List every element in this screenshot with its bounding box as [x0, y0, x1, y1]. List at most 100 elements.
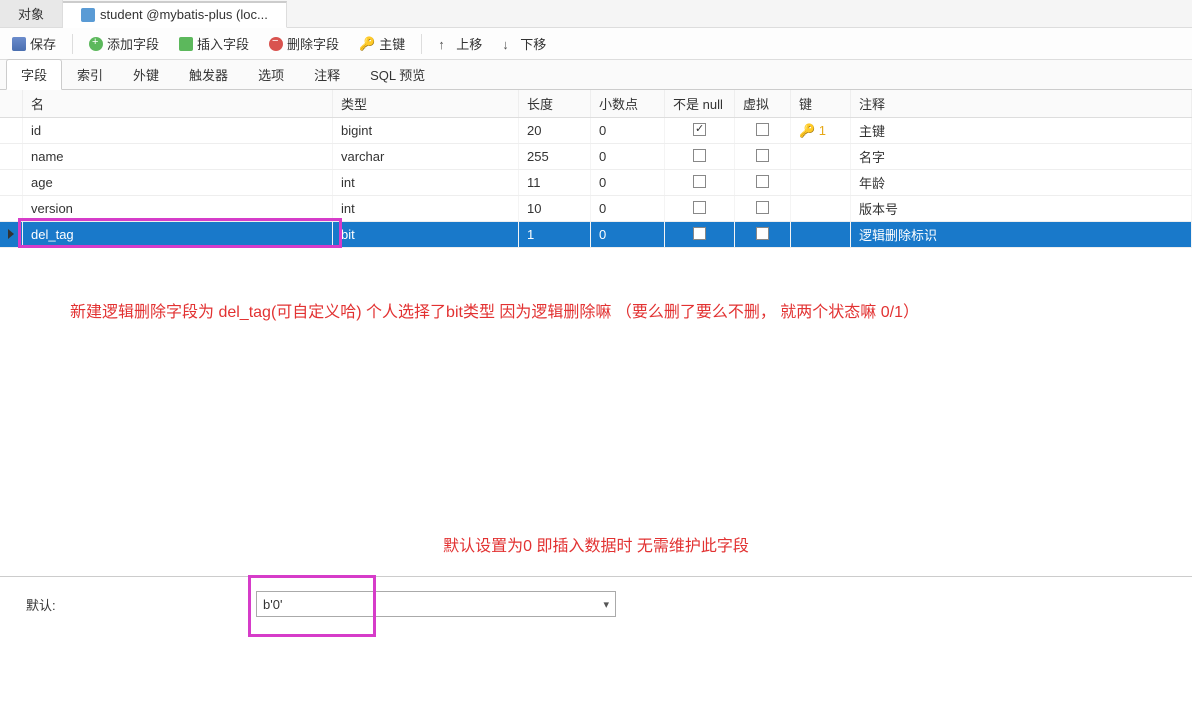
- table-row[interactable]: namevarchar2550 名字: [0, 144, 1192, 170]
- virtual-checkbox[interactable]: [756, 175, 769, 188]
- cell-not-null: [665, 118, 735, 144]
- cell-key[interactable]: [791, 170, 851, 196]
- tab-label: student @mybatis-plus (loc...: [100, 7, 268, 22]
- cell-name[interactable]: id: [23, 118, 333, 144]
- save-label: 保存: [30, 34, 56, 53]
- arrow-up-icon: [438, 37, 452, 51]
- cell-not-null: [665, 170, 735, 196]
- insert-field-button[interactable]: 插入字段: [173, 31, 255, 56]
- annotation-text-1: 新建逻辑删除字段为 del_tag(可自定义哈) 个人选择了bit类型 因为逻辑…: [70, 298, 1132, 322]
- tab-comment[interactable]: 注释: [299, 59, 355, 89]
- cell-virtual: [735, 144, 791, 170]
- cell-name[interactable]: age: [23, 170, 333, 196]
- default-value-text: b'0': [263, 597, 282, 612]
- cell-length[interactable]: 1: [519, 222, 591, 248]
- cell-length[interactable]: 11: [519, 170, 591, 196]
- not-null-checkbox[interactable]: [693, 149, 706, 162]
- insert-field-label: 插入字段: [197, 34, 249, 53]
- cell-decimal[interactable]: 0: [591, 196, 665, 222]
- cell-type[interactable]: bit: [333, 222, 519, 248]
- delete-field-button[interactable]: 删除字段: [263, 31, 345, 56]
- key-icon: 🔑: [359, 36, 375, 52]
- cell-length[interactable]: 10: [519, 196, 591, 222]
- cell-virtual: [735, 196, 791, 222]
- cell-key[interactable]: 🔑 1: [791, 118, 851, 144]
- tab-objects[interactable]: 对象: [0, 0, 63, 27]
- add-icon: [89, 37, 103, 51]
- move-up-label: 上移: [456, 34, 482, 53]
- col-header-key[interactable]: 键: [791, 90, 851, 118]
- cell-not-null: [665, 222, 735, 248]
- table-row[interactable]: ageint110 年龄: [0, 170, 1192, 196]
- delete-field-label: 删除字段: [287, 34, 339, 53]
- default-value-panel: 默认: b'0' ▾: [0, 576, 1192, 641]
- tab-sql-preview[interactable]: SQL 预览: [355, 59, 440, 89]
- cell-length[interactable]: 20: [519, 118, 591, 144]
- primary-key-button[interactable]: 🔑 主键: [353, 31, 411, 56]
- cell-not-null: [665, 144, 735, 170]
- cell-name[interactable]: del_tag: [23, 222, 333, 248]
- tab-student-table[interactable]: student @mybatis-plus (loc...: [63, 1, 287, 28]
- primary-key-label: 主键: [379, 34, 405, 53]
- cell-decimal[interactable]: 0: [591, 144, 665, 170]
- cell-type[interactable]: varchar: [333, 144, 519, 170]
- delete-icon: [269, 37, 283, 51]
- cell-name[interactable]: name: [23, 144, 333, 170]
- table-row[interactable]: versionint100 版本号: [0, 196, 1192, 222]
- cell-decimal[interactable]: 0: [591, 118, 665, 144]
- cell-key[interactable]: [791, 222, 851, 248]
- default-label: 默认:: [26, 595, 236, 614]
- col-header-name[interactable]: 名: [23, 90, 333, 118]
- not-null-checkbox[interactable]: [693, 175, 706, 188]
- insert-icon: [179, 37, 193, 51]
- separator: [421, 34, 422, 54]
- not-null-checkbox[interactable]: [693, 227, 706, 240]
- annotation-text-2: 默认设置为0 即插入数据时 无需维护此字段: [0, 532, 1192, 556]
- cell-name[interactable]: version: [23, 196, 333, 222]
- save-button[interactable]: 保存: [6, 31, 62, 56]
- save-icon: [12, 37, 26, 51]
- tab-foreign-keys[interactable]: 外键: [118, 59, 174, 89]
- virtual-checkbox[interactable]: [756, 123, 769, 136]
- add-field-button[interactable]: 添加字段: [83, 31, 165, 56]
- table-row[interactable]: idbigint200 🔑 1主键: [0, 118, 1192, 144]
- cell-type[interactable]: int: [333, 170, 519, 196]
- not-null-checkbox[interactable]: [693, 201, 706, 214]
- cell-decimal[interactable]: 0: [591, 170, 665, 196]
- tab-indexes[interactable]: 索引: [62, 59, 118, 89]
- col-header-decimal[interactable]: 小数点: [591, 90, 665, 118]
- cell-comment[interactable]: 主键: [851, 118, 1192, 144]
- cell-key[interactable]: [791, 196, 851, 222]
- col-header-comment[interactable]: 注释: [851, 90, 1192, 118]
- cell-length[interactable]: 255: [519, 144, 591, 170]
- tab-fields[interactable]: 字段: [6, 59, 62, 90]
- add-field-label: 添加字段: [107, 34, 159, 53]
- cell-comment[interactable]: 逻辑删除标识: [851, 222, 1192, 248]
- cell-type[interactable]: int: [333, 196, 519, 222]
- tab-triggers[interactable]: 触发器: [174, 59, 243, 89]
- col-header-length[interactable]: 长度: [519, 90, 591, 118]
- cell-comment[interactable]: 名字: [851, 144, 1192, 170]
- cell-type[interactable]: bigint: [333, 118, 519, 144]
- tab-options[interactable]: 选项: [243, 59, 299, 89]
- virtual-checkbox[interactable]: [756, 227, 769, 240]
- col-header-virtual[interactable]: 虚拟: [735, 90, 791, 118]
- row-marker-header: [0, 90, 23, 118]
- arrow-down-icon: [502, 37, 516, 51]
- move-down-button[interactable]: 下移: [496, 31, 552, 56]
- cell-decimal[interactable]: 0: [591, 222, 665, 248]
- cell-comment[interactable]: 年龄: [851, 170, 1192, 196]
- table-icon: [81, 8, 95, 22]
- virtual-checkbox[interactable]: [756, 149, 769, 162]
- section-tabs: 字段索引外键触发器选项注释SQL 预览: [0, 60, 1192, 90]
- cell-key[interactable]: [791, 144, 851, 170]
- col-header-notnull[interactable]: 不是 null: [665, 90, 735, 118]
- default-value-combobox[interactable]: b'0' ▾: [256, 591, 616, 617]
- table-row[interactable]: del_tagbit10 逻辑删除标识: [0, 222, 1192, 248]
- row-marker: [0, 118, 23, 144]
- virtual-checkbox[interactable]: [756, 201, 769, 214]
- col-header-type[interactable]: 类型: [333, 90, 519, 118]
- not-null-checkbox[interactable]: [693, 123, 706, 136]
- move-up-button[interactable]: 上移: [432, 31, 488, 56]
- cell-comment[interactable]: 版本号: [851, 196, 1192, 222]
